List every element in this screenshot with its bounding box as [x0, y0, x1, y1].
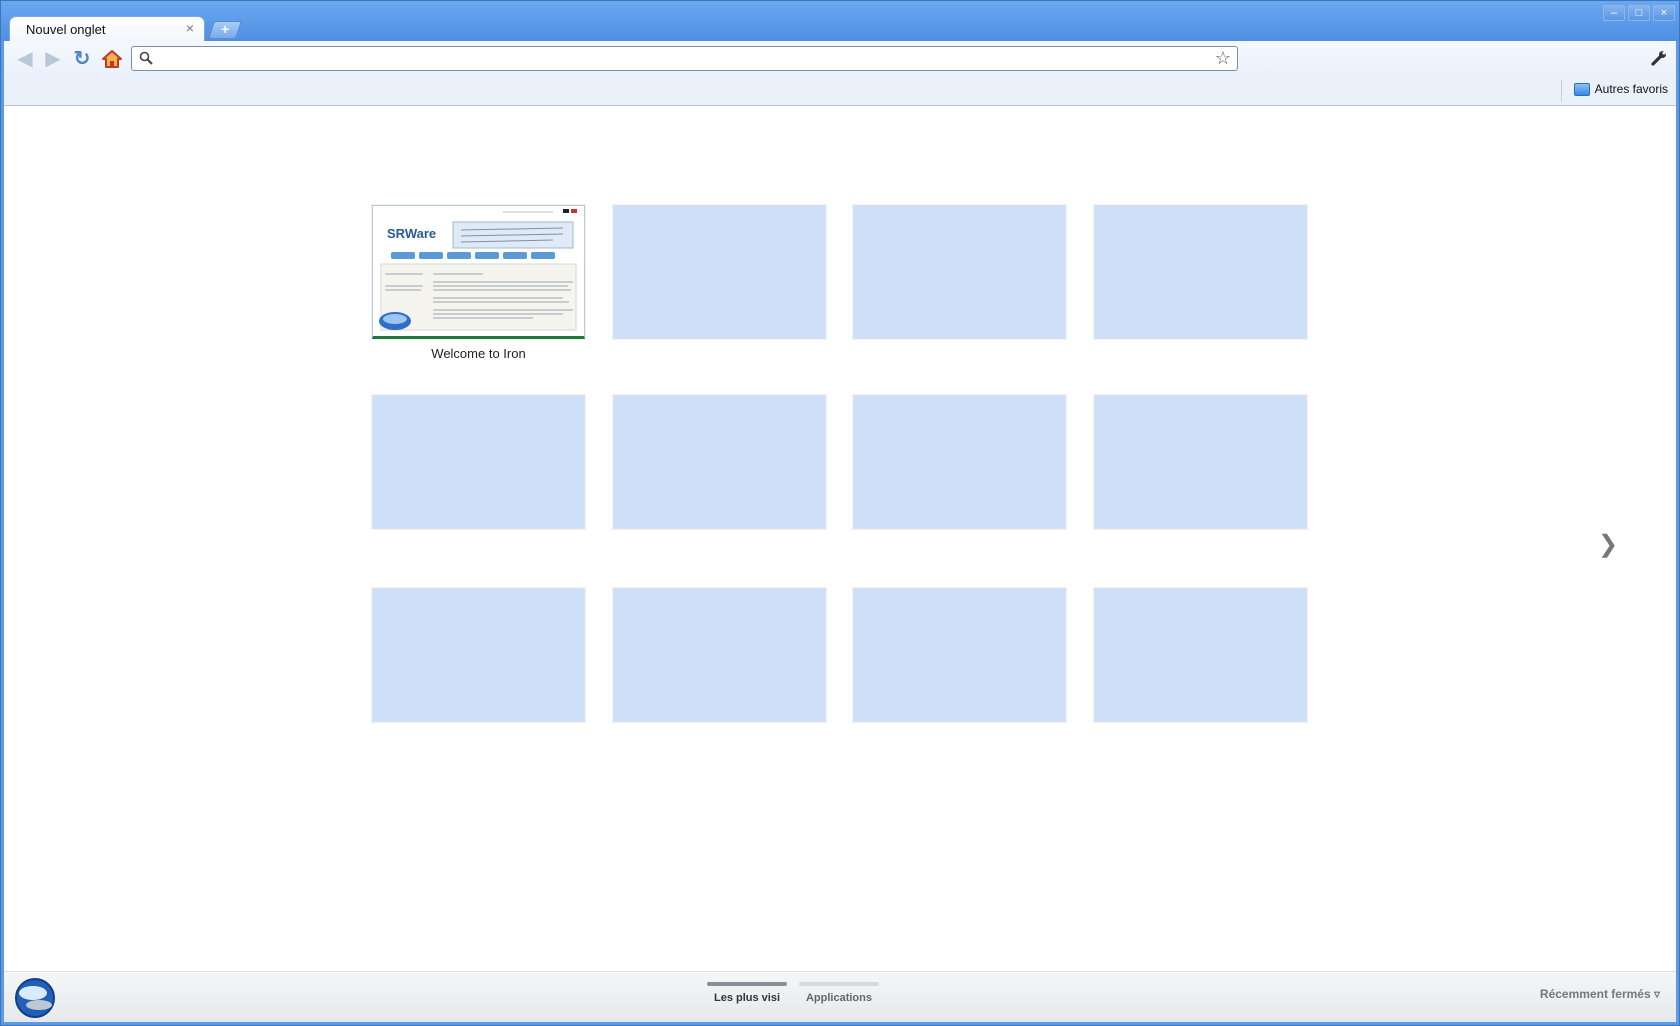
tab-close-icon[interactable]: × [186, 20, 194, 36]
most-visited-tile-5[interactable] [372, 395, 585, 529]
most-visited-tile-6[interactable] [613, 395, 826, 529]
ntp-footer: Les plus visi Applications Récemment fer… [4, 971, 1676, 1022]
section-tab-indicator [799, 982, 879, 986]
home-button[interactable] [101, 48, 123, 70]
other-bookmarks-button[interactable]: Autres favoris [1573, 82, 1668, 96]
tab-new-tab[interactable]: Nouvel onglet × [9, 16, 205, 41]
maximize-button[interactable]: □ [1628, 5, 1650, 21]
forward-button[interactable]: ▶ [42, 48, 64, 70]
wrench-icon [1651, 51, 1666, 66]
back-button[interactable]: ◀ [14, 48, 36, 70]
folder-icon [1573, 82, 1590, 96]
iron-logo-icon [15, 978, 55, 1018]
section-tab-applications[interactable]: Applications [799, 982, 879, 1004]
window-controls: – □ × [1603, 5, 1675, 21]
most-visited-tile-12[interactable] [1094, 588, 1307, 722]
new-tab-button[interactable]: + [208, 21, 242, 39]
most-visited-tile-2[interactable] [613, 205, 826, 339]
most-visited-tile-3[interactable] [853, 205, 1066, 339]
most-visited-tile-11[interactable] [853, 588, 1066, 722]
most-visited-tile-9[interactable] [372, 588, 585, 722]
omnibox-input[interactable] [156, 49, 1210, 69]
minimize-button[interactable]: – [1603, 5, 1625, 21]
most-visited-tile-1[interactable]: SRWare [372, 205, 585, 339]
section-tab-indicator [707, 982, 787, 986]
browser-window: Nouvel onglet × + – □ × ◀ ▶ ↻ ☆ Autres f… [0, 0, 1680, 1026]
site-logo-text: SRWare [387, 226, 437, 241]
most-visited-tile-10[interactable] [613, 588, 826, 722]
tab-title: Nouvel onglet [26, 22, 106, 37]
title-bar: Nouvel onglet × + – □ × [1, 1, 1679, 41]
section-tab-label: Applications [805, 992, 872, 1004]
close-window-button[interactable]: × [1653, 5, 1675, 21]
search-icon [139, 51, 153, 65]
home-icon [102, 50, 122, 68]
bookmarks-separator [1561, 80, 1562, 102]
next-page-arrow-icon[interactable]: ❯ [1598, 530, 1618, 559]
reload-button[interactable]: ↻ [71, 48, 93, 70]
recently-closed-menu[interactable]: Récemment fermés ▿ [1540, 987, 1660, 1001]
most-visited-tile-7[interactable] [853, 395, 1066, 529]
omnibox[interactable]: ☆ [131, 46, 1238, 71]
most-visited-tile-8[interactable] [1094, 395, 1307, 529]
new-tab-page: SRWare Welcome to Iron ❯ [4, 106, 1676, 973]
most-visited-tile-4[interactable] [1094, 205, 1307, 339]
other-bookmarks-label: Autres favoris [1594, 82, 1668, 96]
toolbar: ◀ ▶ ↻ ☆ [4, 41, 1676, 77]
wrench-menu-button[interactable] [1650, 49, 1668, 72]
section-tab-most-visited[interactable]: Les plus visi [707, 982, 787, 1004]
tile-1-title[interactable]: Welcome to Iron [372, 346, 585, 361]
bookmarks-bar: Autres favoris [4, 77, 1676, 106]
section-tab-label: Les plus visi [713, 992, 781, 1004]
iron-logo [14, 977, 56, 1024]
plus-icon: + [221, 21, 230, 37]
bookmark-star-icon[interactable]: ☆ [1215, 48, 1231, 69]
